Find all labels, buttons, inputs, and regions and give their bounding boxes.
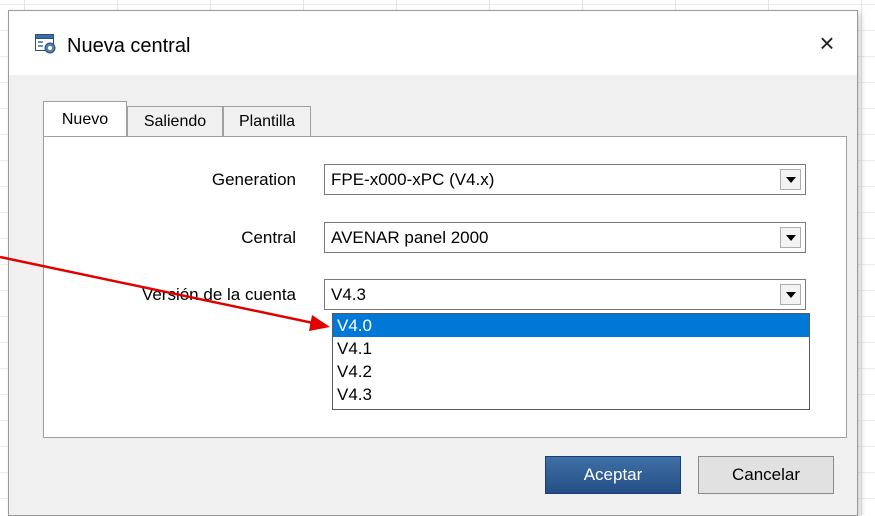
version-dropdown-list: V4.0 V4.1 V4.2 V4.3 (332, 313, 810, 410)
new-central-dialog: Nueva central × Nuevo Saliendo Plantilla (8, 10, 858, 516)
tab-nuevo[interactable]: Nuevo (43, 101, 127, 136)
generation-select[interactable]: FPE-x000-xPC (V4.x) (324, 164, 806, 195)
version-label: Versión de la cuenta (141, 285, 296, 304)
version-select[interactable]: V4.3 (324, 279, 806, 310)
chevron-down-icon[interactable] (780, 284, 801, 305)
cancel-button[interactable]: Cancelar (698, 456, 834, 494)
dropdown-option[interactable]: V4.1 (333, 337, 809, 360)
chevron-down-icon[interactable] (780, 227, 801, 248)
dialog-titlebar: Nueva central × (9, 11, 857, 75)
tab-plantilla[interactable]: Plantilla (223, 106, 311, 136)
accept-button[interactable]: Aceptar (545, 456, 681, 494)
dropdown-option[interactable]: V4.0 (333, 314, 809, 337)
tab-saliendo[interactable]: Saliendo (127, 106, 223, 136)
generation-value: FPE-x000-xPC (V4.x) (331, 170, 495, 189)
app-window-icon (35, 34, 57, 54)
version-value: V4.3 (331, 285, 366, 304)
central-select[interactable]: AVENAR panel 2000 (324, 222, 806, 253)
generation-label: Generation (211, 170, 296, 189)
central-value: AVENAR panel 2000 (331, 228, 489, 247)
dialog-title: Nueva central (67, 35, 191, 57)
close-button[interactable]: × (813, 29, 841, 57)
chevron-down-icon[interactable] (780, 169, 801, 190)
dropdown-option[interactable]: V4.3 (333, 383, 809, 406)
central-label: Central (241, 228, 296, 247)
dropdown-option[interactable]: V4.2 (333, 360, 809, 383)
